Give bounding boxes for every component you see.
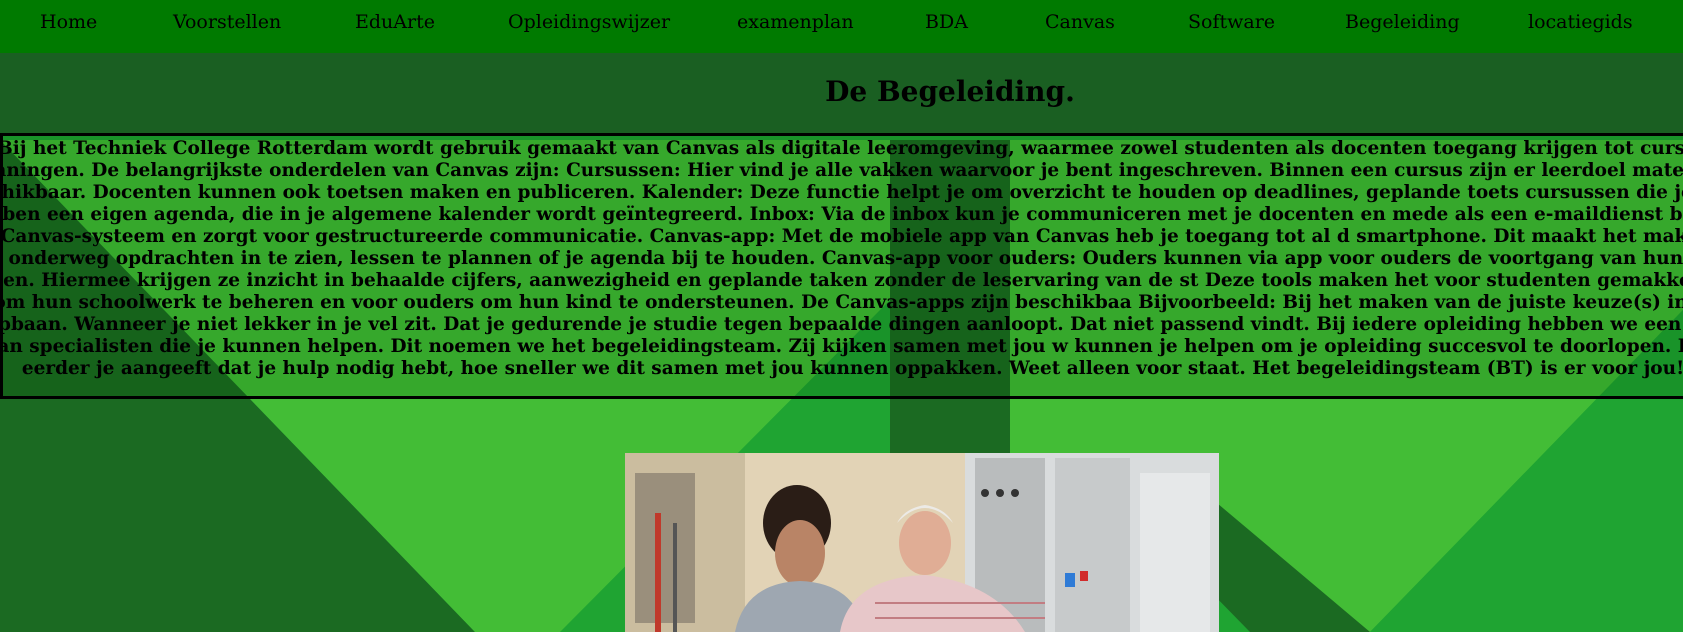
nav-item-opleidingswijzer[interactable]: Opleidingswijzer xyxy=(508,11,670,33)
content-box: Bij het Techniek College Rotterdam wordt… xyxy=(0,133,1683,399)
main-nav: Home Voorstellen EduArte Opleidingswijze… xyxy=(0,0,1683,53)
nav-item-voorstellen[interactable]: Voorstellen xyxy=(173,11,281,33)
nav-item-eduarte[interactable]: EduArte xyxy=(355,11,435,33)
nav-item-canvas[interactable]: Canvas xyxy=(1045,11,1115,33)
page-title: De Begeleiding. xyxy=(825,75,1075,108)
nav-item-home[interactable]: Home xyxy=(40,11,97,33)
nav-item-bda[interactable]: BDA xyxy=(925,11,968,33)
nav-item-begeleiding[interactable]: Begeleiding xyxy=(1345,11,1460,33)
nav-item-software[interactable]: Software xyxy=(1188,11,1275,33)
nav-item-examenplan[interactable]: examenplan xyxy=(737,11,854,33)
student-teacher-photo xyxy=(625,453,1219,632)
nav-item-locatiegids[interactable]: locatiegids xyxy=(1528,11,1633,33)
photo-illustration xyxy=(625,453,1219,632)
content-text: Bij het Techniek College Rotterdam wordt… xyxy=(0,138,1683,379)
